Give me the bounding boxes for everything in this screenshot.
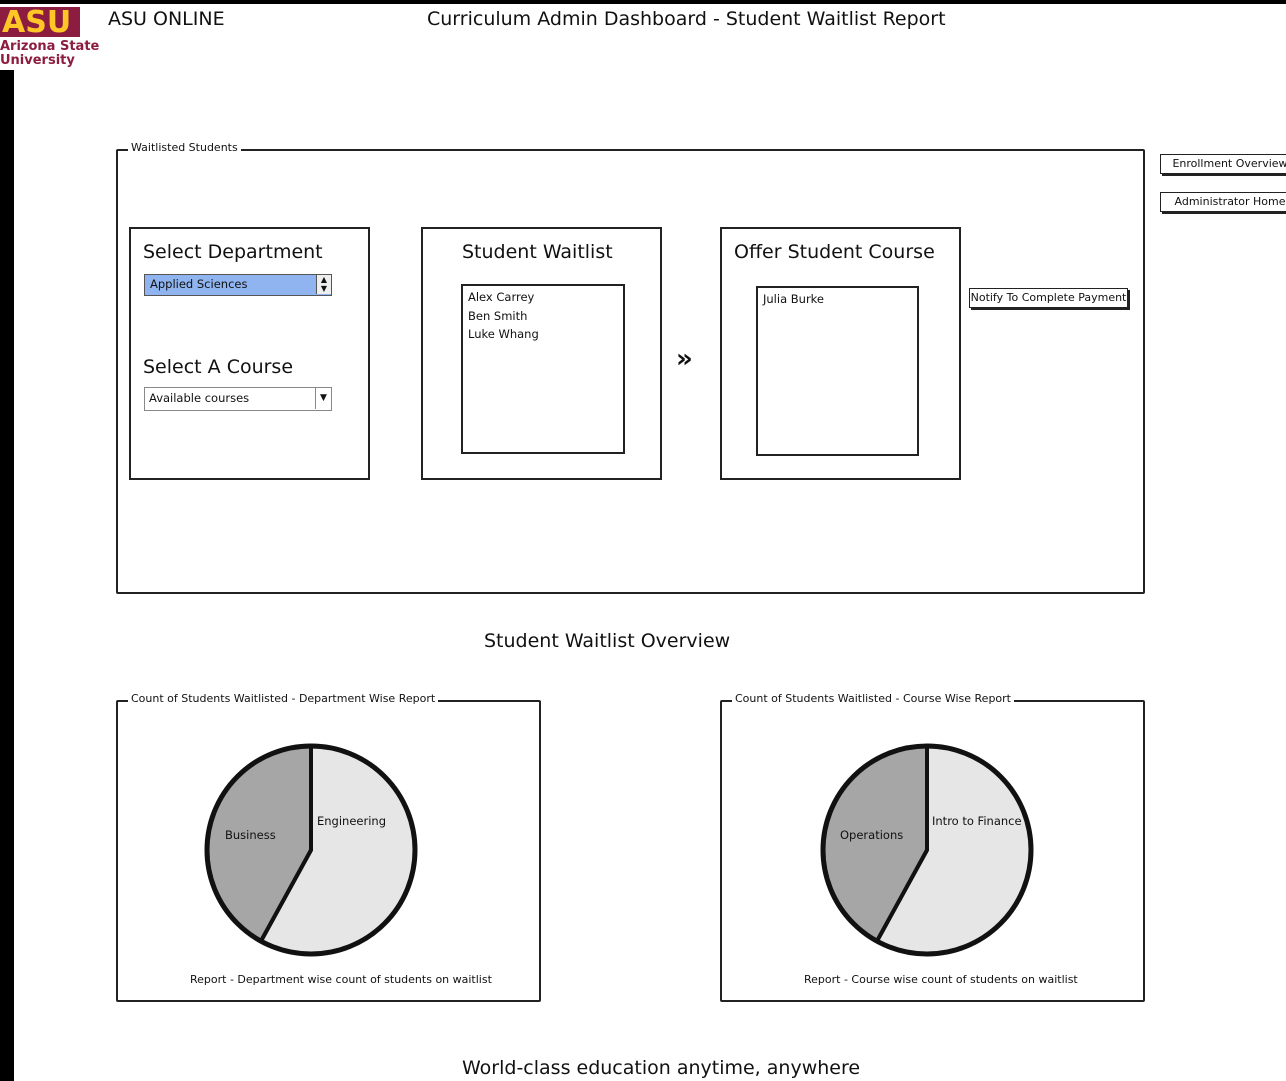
pie-label-intro-to-finance: Intro to Finance	[932, 814, 1022, 828]
left-edge-bar	[0, 70, 14, 1081]
app-name: ASU ONLINE	[108, 8, 225, 30]
chevron-down-icon[interactable]: ▼	[315, 388, 331, 409]
select-department-heading: Select Department	[143, 241, 323, 263]
department-selected-value: Applied Sciences	[150, 277, 248, 291]
notify-payment-button[interactable]: Notify To Complete Payment	[969, 288, 1128, 308]
student-waitlist-panel: Student Waitlist Alex Carrey Ben Smith L…	[421, 227, 662, 480]
offer-listbox[interactable]: Julia Burke	[756, 286, 919, 456]
department-chart-legend: Count of Students Waitlisted - Departmen…	[128, 692, 439, 705]
asu-logo: ASU	[0, 3, 92, 40]
offer-course-panel: Offer Student Course Julia Burke	[720, 227, 961, 480]
department-pie-chart	[204, 743, 418, 957]
spinner-icon[interactable]: ▲ ▼	[316, 275, 331, 294]
select-department-panel: Select Department Applied Sciences ▲ ▼ Se…	[129, 227, 370, 480]
administrator-home-button[interactable]: Administrator Home	[1160, 192, 1286, 212]
list-item[interactable]: Julia Burke	[763, 290, 912, 309]
pie-label-operations: Operations	[840, 828, 904, 842]
offer-course-heading: Offer Student Course	[734, 241, 935, 263]
waitlist-listbox[interactable]: Alex Carrey Ben Smith Luke Whang	[461, 284, 625, 454]
logo-text-line1: Arizona State	[0, 39, 100, 54]
department-chart-group: Count of Students Waitlisted - Departmen…	[116, 692, 541, 1002]
list-item[interactable]: Ben Smith	[468, 307, 618, 326]
student-waitlist-heading: Student Waitlist	[462, 241, 613, 263]
waitlisted-students-legend: Waitlisted Students	[128, 141, 241, 154]
course-chart-group: Count of Students Waitlisted - Course Wi…	[720, 692, 1145, 1002]
select-course-heading: Select A Course	[143, 356, 294, 378]
course-chart-caption: Report - Course wise count of students o…	[804, 973, 1078, 986]
footer-tagline: World-class education anytime, anywhere	[462, 1057, 861, 1079]
course-select[interactable]: Available courses ▼	[144, 387, 332, 411]
course-chart-legend: Count of Students Waitlisted - Course Wi…	[732, 692, 1014, 705]
enrollment-overview-button[interactable]: Enrollment Overview	[1160, 154, 1286, 174]
department-chart-caption: Report - Department wise count of studen…	[190, 973, 492, 986]
department-select[interactable]: Applied Sciences ▲ ▼	[144, 274, 332, 296]
pie-label-business: Business	[225, 828, 276, 842]
list-item[interactable]: Luke Whang	[468, 325, 618, 344]
move-to-offer-button[interactable]: »	[676, 344, 693, 374]
pie-label-engineering: Engineering	[317, 814, 386, 828]
course-selected-value: Available courses	[149, 391, 250, 405]
logo-wordmark: Arizona State University	[0, 40, 99, 68]
logo-text-line2: University	[0, 53, 75, 68]
page-title: Curriculum Admin Dashboard - Student Wai…	[427, 8, 946, 30]
course-pie-chart	[820, 743, 1034, 957]
logo-mark-text: ASU	[2, 5, 71, 37]
list-item[interactable]: Alex Carrey	[468, 288, 618, 307]
overview-title: Student Waitlist Overview	[484, 630, 731, 652]
top-edge-bar	[0, 0, 1286, 4]
